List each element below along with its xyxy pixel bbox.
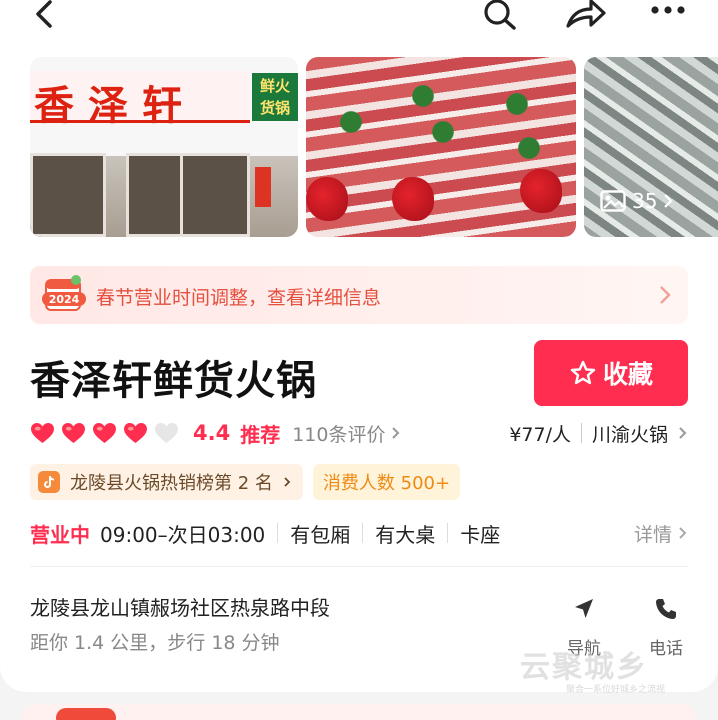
- chevron-right-icon: [660, 286, 671, 304]
- heart-filled-icon: [31, 422, 54, 444]
- next-section-peek: [22, 704, 696, 720]
- storefront-sign: 香泽轩: [30, 71, 250, 129]
- rose-petal: [306, 177, 348, 221]
- heart-filled-icon: [93, 422, 116, 444]
- cilantro-garnish: [334, 107, 368, 137]
- top-bar: [0, 0, 718, 50]
- storefront-photo[interactable]: 香泽轩 鲜火 货锅: [30, 57, 298, 237]
- search-icon[interactable]: [480, 0, 520, 36]
- watermark: 云聚城乡: [520, 650, 648, 685]
- glass-door: [30, 153, 106, 237]
- storefront-side-sign: 鲜火 货锅: [252, 73, 298, 121]
- cilantro-garnish: [406, 81, 440, 111]
- recommend-label: 推荐: [240, 422, 281, 447]
- price-category[interactable]: ¥77/人 川渝火锅: [509, 420, 688, 447]
- tag-row: 龙陵县火锅热销榜第 2 名 消费人数 500+: [30, 464, 461, 500]
- details-link[interactable]: 详情: [634, 520, 688, 547]
- chevron-right-icon: [284, 477, 291, 487]
- photo-count[interactable]: 35: [600, 189, 674, 213]
- image-icon: [600, 190, 626, 212]
- divider: [447, 523, 449, 543]
- opening-hours: 09:00–次日03:00: [100, 522, 266, 547]
- rose-petal: [392, 177, 434, 221]
- business-hours-row[interactable]: 营业中 09:00–次日03:00 有包厢 有大桌 卡座 详情: [30, 516, 688, 550]
- rating-score: 4.4: [193, 421, 231, 445]
- glass-door: [180, 153, 250, 237]
- more-icon[interactable]: [648, 0, 688, 36]
- svg-text:2024: 2024: [49, 293, 80, 306]
- meat-platter-photo[interactable]: [306, 57, 576, 237]
- shrimp-photo[interactable]: 35: [584, 57, 718, 237]
- divider: [362, 523, 364, 543]
- open-status: 营业中: [30, 522, 90, 547]
- consumer-count-tag: 消费人数 500+: [312, 464, 461, 500]
- decoration: [56, 708, 116, 720]
- feature-large-table: 有大桌: [375, 522, 436, 547]
- chevron-right-icon: [679, 527, 687, 539]
- back-arrow-icon[interactable]: [28, 0, 68, 36]
- phone-icon: [656, 599, 676, 619]
- shop-name: 香泽轩鲜货火锅: [30, 358, 317, 404]
- top-actions: [480, 0, 688, 36]
- cilantro-garnish: [512, 133, 546, 163]
- watermark-sub: 聚合一系位好城乡之流视: [566, 685, 666, 695]
- chevron-right-icon: [664, 194, 674, 208]
- cilantro-garnish: [500, 89, 534, 119]
- feature-booth: 卡座: [460, 522, 501, 547]
- divider: [580, 423, 582, 443]
- shop-info-card: 2024 春节营业时间调整，查看详细信息 香泽轩鲜货火锅 收藏 4.4 推荐 1…: [0, 250, 718, 695]
- distance-info: 距你 1.4 公里，步行 18 分钟: [30, 632, 280, 654]
- notice-text: 春节营业时间调整，查看详细信息: [96, 287, 382, 309]
- calendar-2024-icon: 2024: [42, 275, 86, 311]
- chevron-right-icon: [679, 427, 687, 439]
- share-icon[interactable]: [564, 0, 606, 36]
- rating-hearts: [30, 422, 179, 444]
- price-per-person: ¥77/人: [509, 423, 571, 446]
- address[interactable]: 龙陵县龙山镇赧场社区热泉路中段: [30, 592, 330, 621]
- heart-empty-icon: [155, 422, 178, 444]
- chevron-right-icon: [392, 427, 400, 439]
- rose-petal: [520, 169, 562, 213]
- navigation-arrow-icon: [575, 599, 593, 618]
- divider: [277, 523, 279, 543]
- favorite-button[interactable]: 收藏: [534, 340, 688, 406]
- rating-row: 4.4 推荐 110条评价 ¥77/人 川渝火锅: [30, 418, 688, 448]
- heart-filled-icon: [124, 422, 147, 444]
- star-icon: [570, 360, 596, 385]
- feature-private-room: 有包厢: [290, 522, 351, 547]
- ranking-tag[interactable]: 龙陵县火锅热销榜第 2 名: [30, 464, 303, 500]
- review-count-link[interactable]: 110条评价: [292, 420, 385, 447]
- spring-festival-notice[interactable]: 2024 春节营业时间调整，查看详细信息: [30, 266, 688, 324]
- heart-filled-icon: [62, 422, 85, 444]
- cilantro-garnish: [426, 117, 460, 147]
- photo-gallery[interactable]: 香泽轩 鲜火 货锅 35: [0, 50, 718, 250]
- door-poster: [255, 167, 271, 207]
- douyin-icon: [38, 471, 60, 493]
- section-divider: [30, 566, 688, 567]
- category: 川渝火锅: [591, 423, 668, 446]
